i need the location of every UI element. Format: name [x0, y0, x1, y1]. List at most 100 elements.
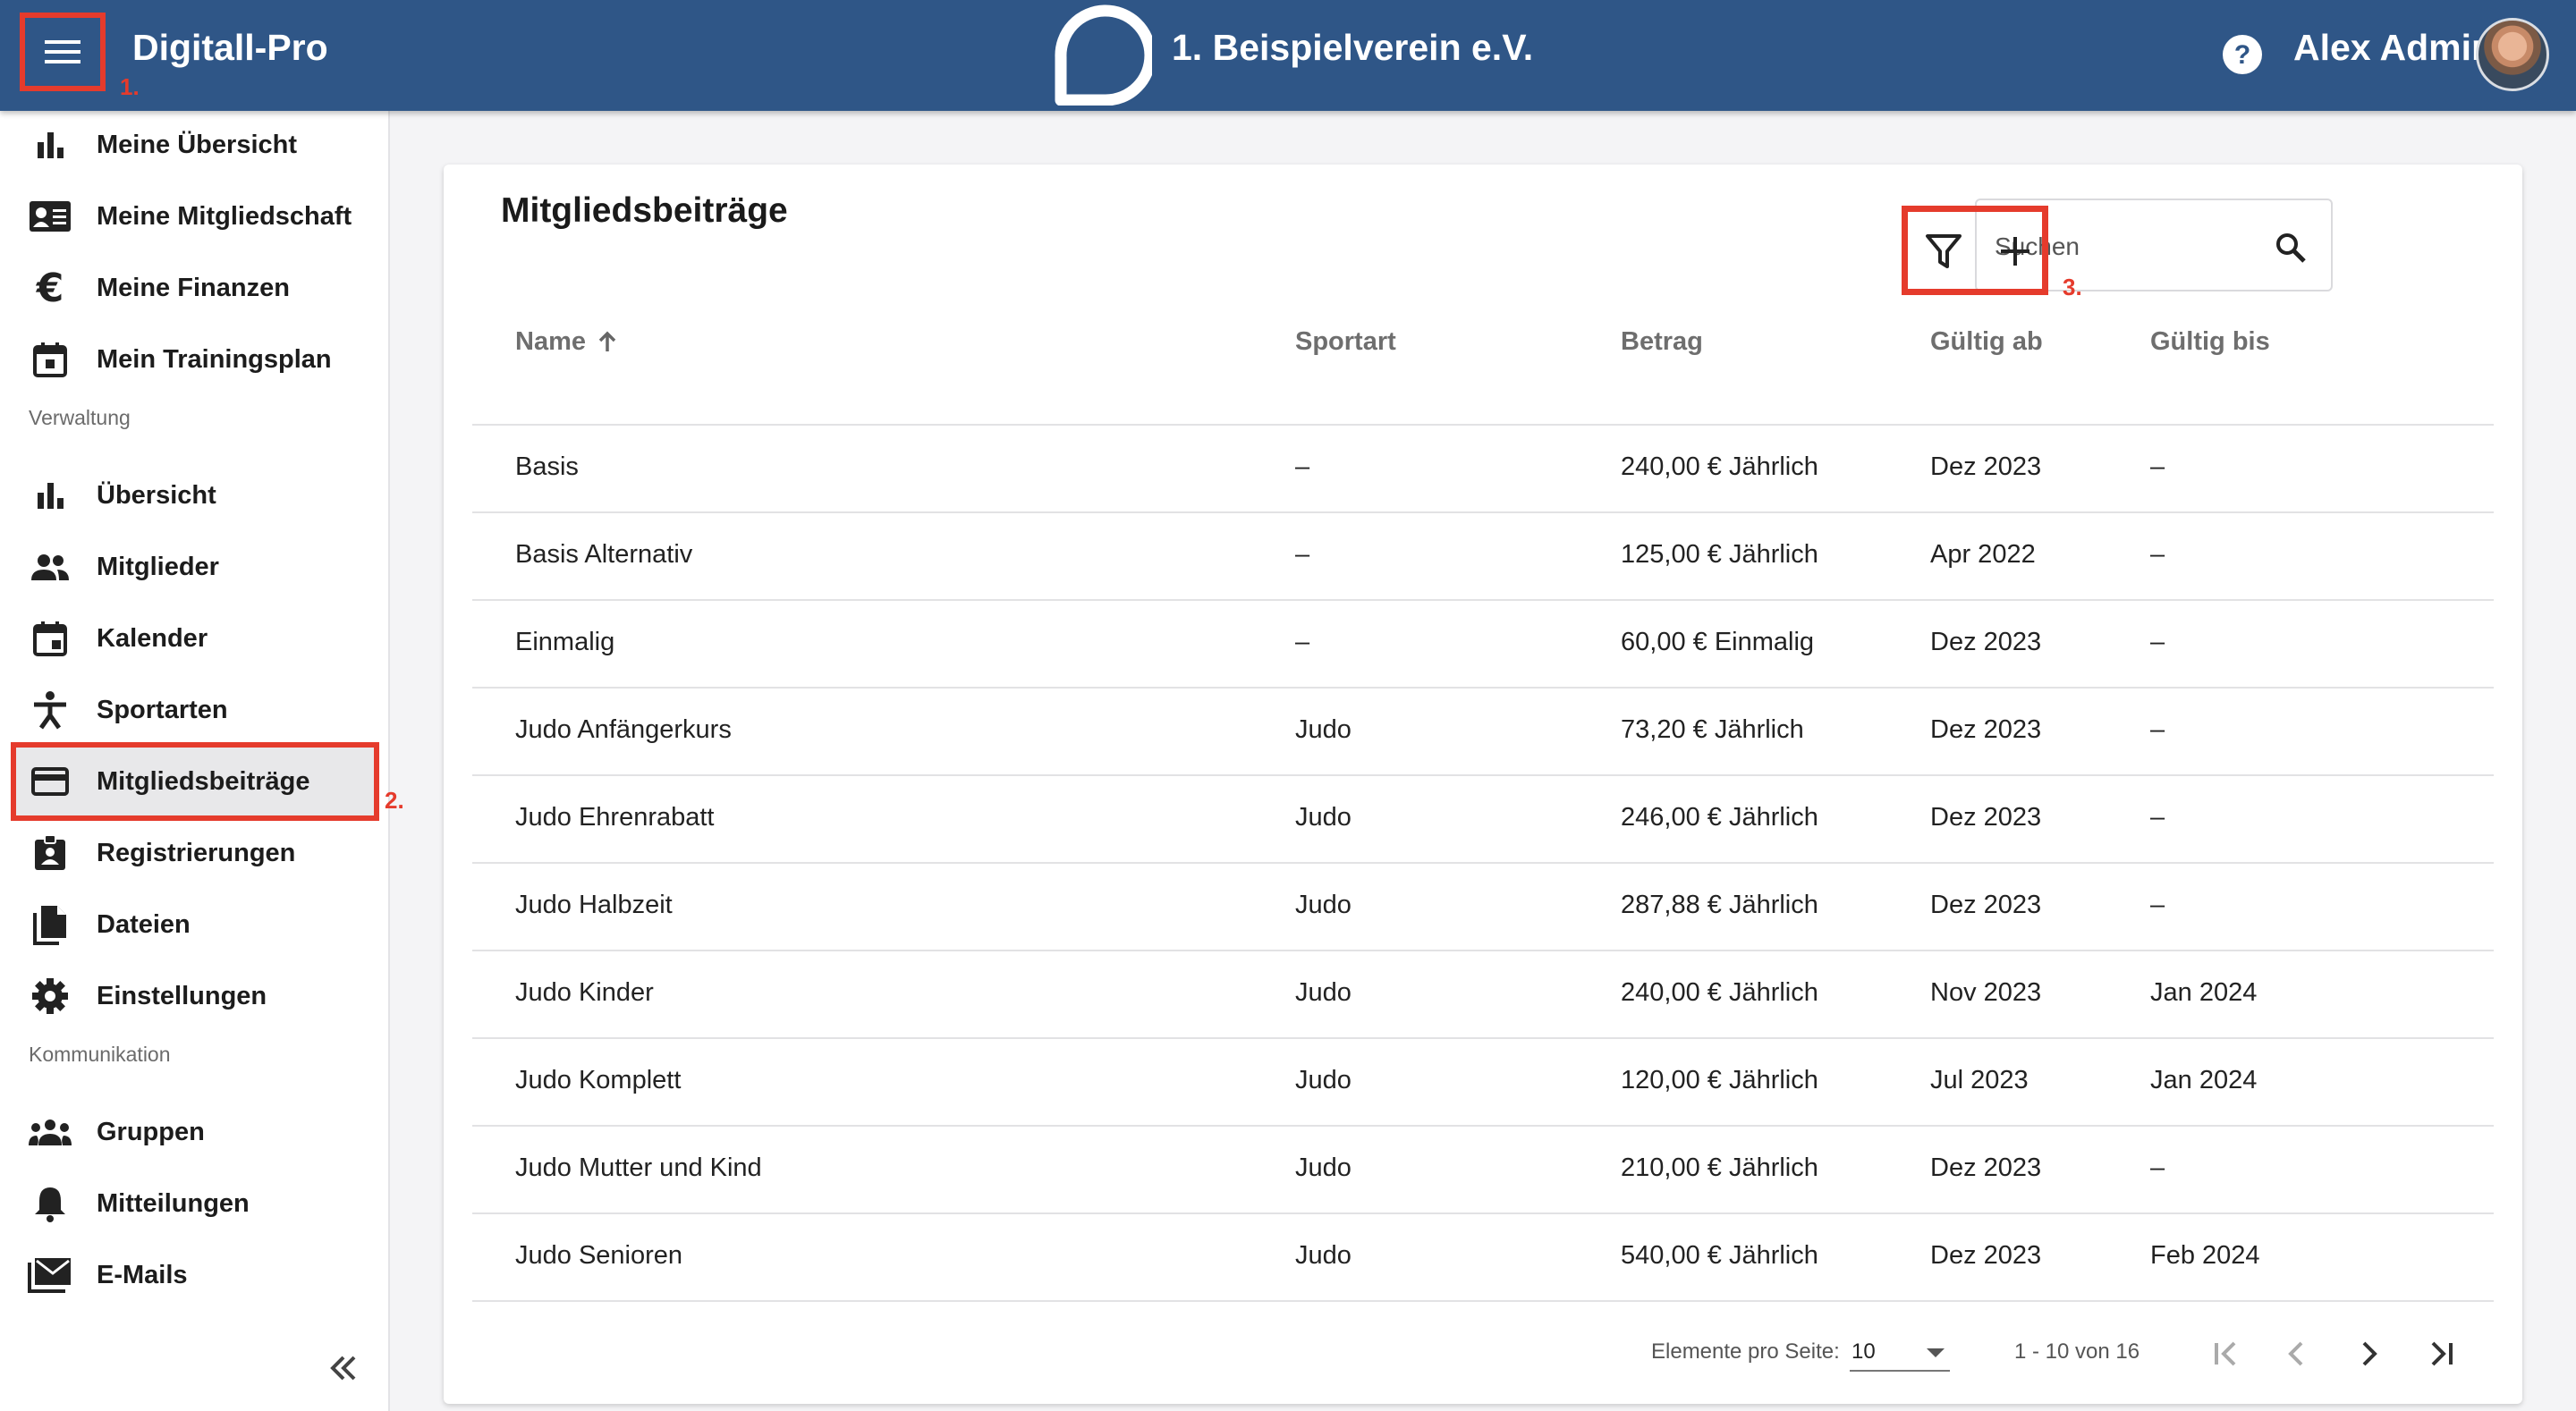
app-title[interactable]: Digitall-Pro [132, 27, 328, 69]
previous-page-button[interactable] [2270, 1327, 2324, 1381]
sidebar-item-label: Mitteilungen [97, 1188, 250, 1218]
cell-name: Judo Halbzeit [515, 891, 673, 919]
annotation-marker-2: 2. [385, 787, 404, 814]
annotation-marker-3: 3. [2063, 274, 2082, 300]
club-logo-icon [1055, 4, 1152, 106]
sidebar-item-mitgliedsbeitraege[interactable]: Mitgliedsbeiträge [11, 742, 379, 821]
cell-betrag: 73,20 € Jährlich [1621, 715, 1804, 744]
sidebar-item-registrierungen[interactable]: Registrierungen [16, 819, 374, 887]
section-label-kommunikation: Kommunikation [29, 1043, 171, 1066]
column-header-gueltig-bis[interactable]: Gültig bis [2150, 327, 2270, 357]
cell-sportart: – [1295, 452, 1310, 481]
cell-gueltig-ab: Dez 2023 [1930, 452, 2042, 481]
cell-gueltig-ab: Dez 2023 [1930, 803, 2042, 832]
calendar-icon [33, 342, 67, 377]
sidebar-item-einstellungen[interactable]: Einstellungen [16, 962, 374, 1030]
cell-gueltig-bis: – [2150, 452, 2165, 481]
sidebar-item-label: Gruppen [97, 1117, 205, 1146]
sidebar-item-kalender[interactable]: Kalender [16, 604, 374, 672]
cell-betrag: 120,00 € Jährlich [1621, 1066, 1818, 1094]
sidebar-item-label: Übersicht [97, 480, 216, 510]
sidebar-item-mein-trainingsplan[interactable]: Mein Trainingsplan [16, 325, 374, 393]
cell-name: Judo Komplett [515, 1066, 682, 1094]
bar-chart-icon [38, 132, 64, 158]
column-header-betrag[interactable]: Betrag [1621, 327, 1703, 357]
euro-icon: € [36, 265, 64, 311]
sidebar-item-label: Einstellungen [97, 981, 267, 1010]
table-row[interactable]: Judo Senioren Judo 540,00 € Jährlich Dez 20… [472, 1214, 2494, 1302]
user-name[interactable]: Alex Admin [2293, 27, 2494, 69]
toolbar-actions [1902, 206, 2048, 295]
cell-sportart: Judo [1295, 1066, 1352, 1094]
mail-icon [28, 1258, 71, 1293]
sport-icon [34, 691, 66, 730]
sidebar-item-e-mails[interactable]: E-Mails [16, 1241, 374, 1309]
table-row[interactable]: Basis – 240,00 € Jährlich Dez 2023 – [472, 426, 2494, 513]
table-row[interactable]: Judo Komplett Judo 120,00 € Jährlich Jul 20… [472, 1039, 2494, 1127]
hamburger-icon [45, 40, 80, 63]
gear-icon [32, 978, 68, 1014]
help-icon[interactable]: ? [2222, 34, 2263, 75]
filter-icon[interactable] [1924, 232, 1963, 271]
table-row[interactable]: Judo Anfängerkurs Judo 73,20 € Jährlich Dez… [472, 689, 2494, 776]
sidebar-item-meine-mitgliedschaft[interactable]: Meine Mitgliedschaft [16, 182, 374, 250]
bar-chart-icon [38, 483, 64, 509]
sidebar-item-label: Dateien [97, 909, 191, 939]
collapse-sidebar-icon[interactable] [324, 1348, 363, 1388]
sidebar-item-mitglieder[interactable]: Mitglieder [16, 533, 374, 601]
cell-name: Judo Anfängerkurs [515, 715, 732, 744]
column-header-name[interactable]: Name [515, 327, 620, 357]
cell-gueltig-ab: Dez 2023 [1930, 628, 2042, 656]
table-row[interactable]: Judo Halbzeit Judo 287,88 € Jährlich Dez 20… [472, 864, 2494, 951]
per-page-value: 10 [1852, 1339, 1876, 1364]
table-row[interactable]: Einmalig – 60,00 € Einmalig Dez 2023 – [472, 601, 2494, 689]
cell-gueltig-ab: Nov 2023 [1930, 978, 2042, 1007]
people-icon [31, 554, 69, 580]
table-row[interactable]: Judo Mutter und Kind Judo 210,00 € Jährlic… [472, 1127, 2494, 1214]
row-divider [472, 1300, 2494, 1302]
sidebar-item-uebersicht[interactable]: Übersicht [16, 461, 374, 529]
avatar[interactable] [2476, 18, 2549, 91]
per-page-label: Elemente pro Seite: [1651, 1339, 1840, 1364]
last-page-button[interactable] [2415, 1327, 2469, 1381]
cell-sportart: Judo [1295, 978, 1352, 1007]
add-icon[interactable] [1996, 232, 2035, 271]
cell-gueltig-bis: – [2150, 628, 2165, 656]
cell-gueltig-bis: – [2150, 715, 2165, 744]
sidebar-item-mitteilungen[interactable]: Mitteilungen [16, 1170, 374, 1238]
cell-name: Judo Senioren [515, 1241, 683, 1270]
first-page-button[interactable] [2199, 1327, 2252, 1381]
cell-sportart: – [1295, 628, 1310, 656]
table-row[interactable]: Judo Ehrenrabatt Judo 246,00 € Jährlich Dez… [472, 776, 2494, 864]
sidebar-item-gruppen[interactable]: Gruppen [16, 1098, 374, 1166]
cell-sportart: Judo [1295, 803, 1352, 832]
chevron-down-icon [1927, 1348, 1945, 1357]
table-row[interactable]: Basis Alternativ – 125,00 € Jährlich Apr 20… [472, 513, 2494, 601]
page-range: 1 - 10 von 16 [2014, 1339, 2140, 1364]
page-title: Mitgliedsbeiträge [501, 191, 788, 230]
per-page-select[interactable]: 10 [1850, 1332, 1950, 1372]
search-icon[interactable] [2274, 231, 2308, 265]
cell-gueltig-bis: – [2150, 803, 2165, 832]
column-header-sportart[interactable]: Sportart [1295, 327, 1396, 357]
sidebar-item-label: Kalender [97, 623, 208, 653]
sidebar-item-sportarten[interactable]: Sportarten [16, 676, 374, 744]
cell-gueltig-bis: Jan 2024 [2150, 978, 2258, 1007]
column-header-gueltig-ab[interactable]: Gültig ab [1930, 327, 2043, 357]
sidebar-item-meine-uebersicht[interactable]: Meine Übersicht [16, 111, 374, 179]
sidebar-item-label: Meine Mitgliedschaft [97, 201, 352, 231]
next-page-button[interactable] [2342, 1327, 2395, 1381]
club-name: 1. Beispielverein e.V. [1172, 27, 1534, 68]
sidebar-item-dateien[interactable]: Dateien [16, 891, 374, 959]
table-row[interactable]: Judo Kinder Judo 240,00 € Jährlich Nov 2023… [472, 951, 2494, 1039]
cell-gueltig-ab: Jul 2023 [1930, 1066, 2029, 1094]
cell-gueltig-ab: Apr 2022 [1930, 540, 2036, 569]
sidebar-item-label: Meine Übersicht [97, 130, 297, 159]
sidebar-item-label: Mitglieder [97, 552, 219, 581]
sidebar-item-label: E-Mails [97, 1260, 188, 1289]
cell-betrag: 240,00 € Jährlich [1621, 452, 1818, 481]
sidebar-item-meine-finanzen[interactable]: € Meine Finanzen [16, 254, 374, 322]
files-icon [33, 906, 66, 945]
menu-button[interactable] [20, 13, 106, 91]
chevron-left-icon [2288, 1341, 2303, 1366]
